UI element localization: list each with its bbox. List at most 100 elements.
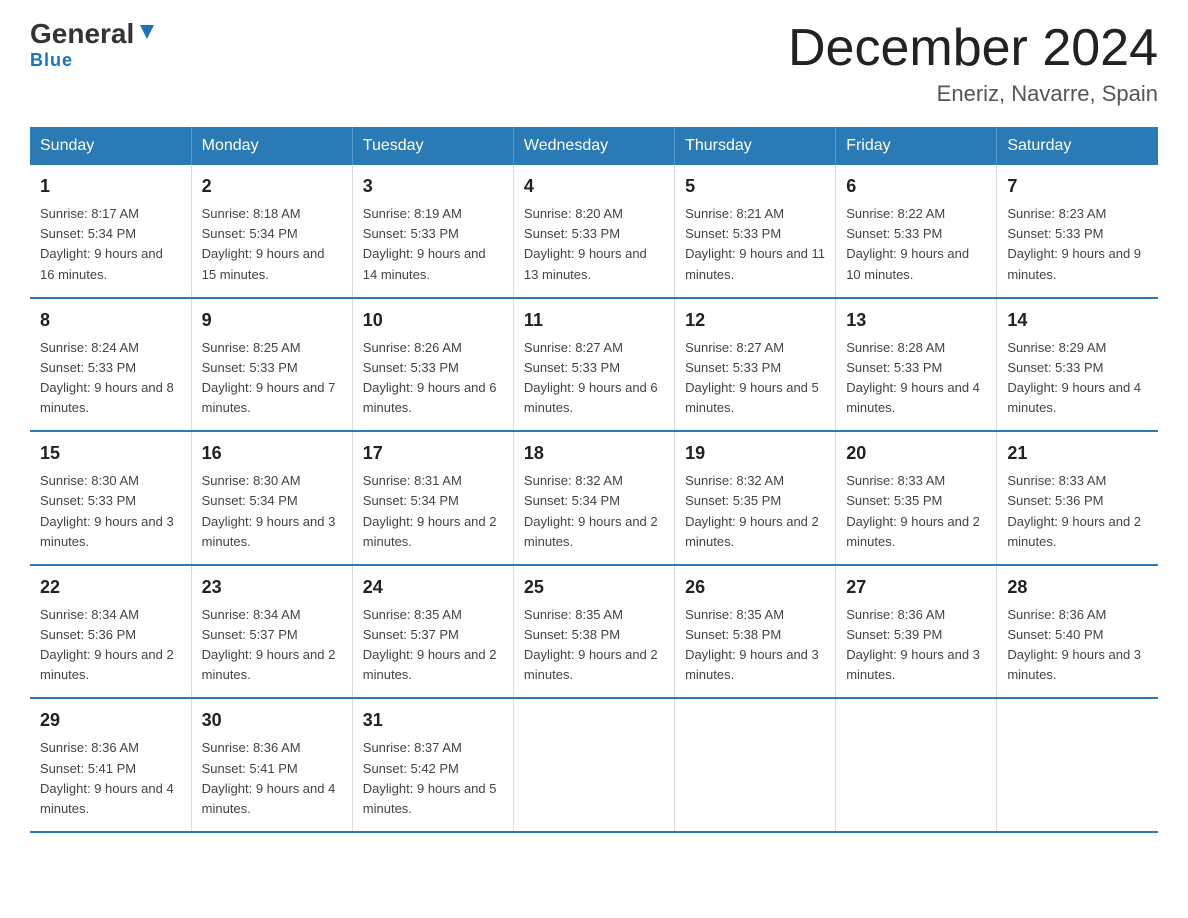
day-number: 13 xyxy=(846,307,986,334)
calendar-cell: 28 Sunrise: 8:36 AMSunset: 5:40 PMDayligh… xyxy=(997,565,1158,699)
day-info: Sunrise: 8:36 AMSunset: 5:41 PMDaylight:… xyxy=(202,738,342,819)
day-number: 18 xyxy=(524,440,664,467)
calendar-cell: 12 Sunrise: 8:27 AMSunset: 5:33 PMDayligh… xyxy=(675,298,836,432)
calendar-cell xyxy=(675,698,836,832)
calendar-cell: 4Sunrise: 8:20 AMSunset: 5:33 PMDaylight… xyxy=(513,165,674,298)
calendar-cell: 21 Sunrise: 8:33 AMSunset: 5:36 PMDayligh… xyxy=(997,431,1158,565)
calendar-cell: 26 Sunrise: 8:35 AMSunset: 5:38 PMDayligh… xyxy=(675,565,836,699)
day-info: Sunrise: 8:19 AMSunset: 5:33 PMDaylight:… xyxy=(363,204,503,285)
calendar-cell: 16Sunrise: 8:30 AMSunset: 5:34 PMDayligh… xyxy=(191,431,352,565)
calendar-cell: 31 Sunrise: 8:37 AMSunset: 5:42 PMDayligh… xyxy=(352,698,513,832)
calendar-cell: 2 Sunrise: 8:18 AMSunset: 5:34 PMDaylight… xyxy=(191,165,352,298)
header-monday: Monday xyxy=(191,127,352,165)
day-number: 3 xyxy=(363,173,503,200)
day-info: Sunrise: 8:36 AMSunset: 5:41 PMDaylight:… xyxy=(40,738,181,819)
header-saturday: Saturday xyxy=(997,127,1158,165)
day-number: 11 xyxy=(524,307,664,334)
page-subtitle: Eneriz, Navarre, Spain xyxy=(788,81,1158,107)
day-info: Sunrise: 8:22 AMSunset: 5:33 PMDaylight:… xyxy=(846,204,986,285)
day-info: Sunrise: 8:27 AMSunset: 5:33 PMDaylight:… xyxy=(685,338,825,419)
day-info: Sunrise: 8:17 AMSunset: 5:34 PMDaylight:… xyxy=(40,204,181,285)
calendar-cell: 7Sunrise: 8:23 AMSunset: 5:33 PMDaylight… xyxy=(997,165,1158,298)
day-info: Sunrise: 8:27 AMSunset: 5:33 PMDaylight:… xyxy=(524,338,664,419)
calendar-cell: 22 Sunrise: 8:34 AMSunset: 5:36 PMDayligh… xyxy=(30,565,191,699)
day-number: 15 xyxy=(40,440,181,467)
header-wednesday: Wednesday xyxy=(513,127,674,165)
calendar-cell: 30 Sunrise: 8:36 AMSunset: 5:41 PMDayligh… xyxy=(191,698,352,832)
day-info: Sunrise: 8:21 AMSunset: 5:33 PMDaylight:… xyxy=(685,204,825,285)
day-info: Sunrise: 8:34 AMSunset: 5:36 PMDaylight:… xyxy=(40,605,181,686)
day-number: 26 xyxy=(685,574,825,601)
day-info: Sunrise: 8:36 AMSunset: 5:40 PMDaylight:… xyxy=(1007,605,1148,686)
day-info: Sunrise: 8:35 AMSunset: 5:38 PMDaylight:… xyxy=(524,605,664,686)
day-number: 14 xyxy=(1007,307,1148,334)
calendar-cell: 11 Sunrise: 8:27 AMSunset: 5:33 PMDayligh… xyxy=(513,298,674,432)
day-info: Sunrise: 8:37 AMSunset: 5:42 PMDaylight:… xyxy=(363,738,503,819)
calendar-cell: 13 Sunrise: 8:28 AMSunset: 5:33 PMDayligh… xyxy=(836,298,997,432)
calendar-cell: 27 Sunrise: 8:36 AMSunset: 5:39 PMDayligh… xyxy=(836,565,997,699)
day-number: 29 xyxy=(40,707,181,734)
day-number: 1 xyxy=(40,173,181,200)
day-number: 25 xyxy=(524,574,664,601)
day-info: Sunrise: 8:29 AMSunset: 5:33 PMDaylight:… xyxy=(1007,338,1148,419)
calendar-cell xyxy=(836,698,997,832)
calendar-cell: 15 Sunrise: 8:30 AMSunset: 5:33 PMDayligh… xyxy=(30,431,191,565)
logo-triangle-icon xyxy=(136,21,158,43)
header-row: SundayMondayTuesdayWednesdayThursdayFrid… xyxy=(30,127,1158,165)
calendar-cell: 10Sunrise: 8:26 AMSunset: 5:33 PMDayligh… xyxy=(352,298,513,432)
day-info: Sunrise: 8:23 AMSunset: 5:33 PMDaylight:… xyxy=(1007,204,1148,285)
calendar-cell: 5 Sunrise: 8:21 AMSunset: 5:33 PMDaylight… xyxy=(675,165,836,298)
header-tuesday: Tuesday xyxy=(352,127,513,165)
day-info: Sunrise: 8:35 AMSunset: 5:37 PMDaylight:… xyxy=(363,605,503,686)
day-number: 12 xyxy=(685,307,825,334)
day-number: 21 xyxy=(1007,440,1148,467)
day-info: Sunrise: 8:28 AMSunset: 5:33 PMDaylight:… xyxy=(846,338,986,419)
day-info: Sunrise: 8:31 AMSunset: 5:34 PMDaylight:… xyxy=(363,471,503,552)
calendar-table: SundayMondayTuesdayWednesdayThursdayFrid… xyxy=(30,127,1158,833)
calendar-cell: 8 Sunrise: 8:24 AMSunset: 5:33 PMDaylight… xyxy=(30,298,191,432)
calendar-cell: 24 Sunrise: 8:35 AMSunset: 5:37 PMDayligh… xyxy=(352,565,513,699)
calendar-cell xyxy=(513,698,674,832)
header-thursday: Thursday xyxy=(675,127,836,165)
week-row-5: 29 Sunrise: 8:36 AMSunset: 5:41 PMDayligh… xyxy=(30,698,1158,832)
calendar-cell: 23 Sunrise: 8:34 AMSunset: 5:37 PMDayligh… xyxy=(191,565,352,699)
day-number: 20 xyxy=(846,440,986,467)
day-number: 31 xyxy=(363,707,503,734)
day-info: Sunrise: 8:33 AMSunset: 5:36 PMDaylight:… xyxy=(1007,471,1148,552)
day-number: 22 xyxy=(40,574,181,601)
day-info: Sunrise: 8:35 AMSunset: 5:38 PMDaylight:… xyxy=(685,605,825,686)
day-number: 4 xyxy=(524,173,664,200)
day-info: Sunrise: 8:30 AMSunset: 5:33 PMDaylight:… xyxy=(40,471,181,552)
logo: General Blue xyxy=(30,20,158,71)
week-row-2: 8 Sunrise: 8:24 AMSunset: 5:33 PMDaylight… xyxy=(30,298,1158,432)
header-sunday: Sunday xyxy=(30,127,191,165)
title-section: December 2024 Eneriz, Navarre, Spain xyxy=(788,20,1158,107)
day-number: 5 xyxy=(685,173,825,200)
day-info: Sunrise: 8:18 AMSunset: 5:34 PMDaylight:… xyxy=(202,204,342,285)
day-number: 6 xyxy=(846,173,986,200)
week-row-4: 22 Sunrise: 8:34 AMSunset: 5:36 PMDayligh… xyxy=(30,565,1158,699)
day-number: 16 xyxy=(202,440,342,467)
day-number: 19 xyxy=(685,440,825,467)
calendar-cell: 3 Sunrise: 8:19 AMSunset: 5:33 PMDaylight… xyxy=(352,165,513,298)
day-number: 2 xyxy=(202,173,342,200)
day-info: Sunrise: 8:24 AMSunset: 5:33 PMDaylight:… xyxy=(40,338,181,419)
day-info: Sunrise: 8:25 AMSunset: 5:33 PMDaylight:… xyxy=(202,338,342,419)
calendar-cell: 1 Sunrise: 8:17 AMSunset: 5:34 PMDaylight… xyxy=(30,165,191,298)
day-info: Sunrise: 8:32 AMSunset: 5:34 PMDaylight:… xyxy=(524,471,664,552)
day-number: 24 xyxy=(363,574,503,601)
logo-general: General xyxy=(30,20,134,48)
day-number: 8 xyxy=(40,307,181,334)
day-number: 30 xyxy=(202,707,342,734)
day-info: Sunrise: 8:36 AMSunset: 5:39 PMDaylight:… xyxy=(846,605,986,686)
calendar-cell: 17Sunrise: 8:31 AMSunset: 5:34 PMDayligh… xyxy=(352,431,513,565)
day-number: 23 xyxy=(202,574,342,601)
day-number: 28 xyxy=(1007,574,1148,601)
day-number: 9 xyxy=(202,307,342,334)
calendar-cell: 25 Sunrise: 8:35 AMSunset: 5:38 PMDayligh… xyxy=(513,565,674,699)
header-friday: Friday xyxy=(836,127,997,165)
day-number: 27 xyxy=(846,574,986,601)
page-header: General Blue December 2024 Eneriz, Navar… xyxy=(30,20,1158,107)
calendar-cell: 29 Sunrise: 8:36 AMSunset: 5:41 PMDayligh… xyxy=(30,698,191,832)
day-info: Sunrise: 8:34 AMSunset: 5:37 PMDaylight:… xyxy=(202,605,342,686)
